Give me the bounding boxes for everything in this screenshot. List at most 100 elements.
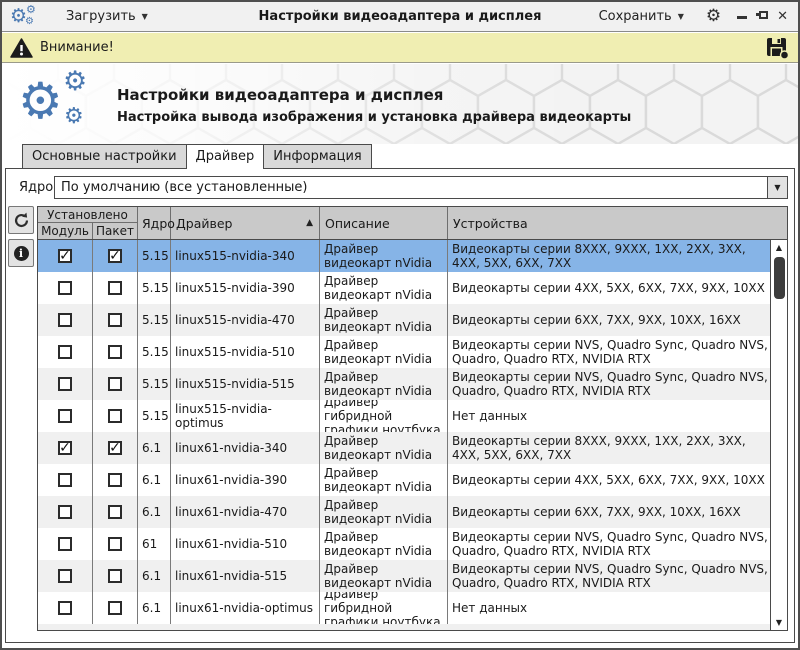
kernel-combobox[interactable]: По умолчанию (все установленные) ▼ xyxy=(54,176,788,199)
kernel-cell: 6.1 xyxy=(138,464,171,496)
table-row[interactable]: 5.15 linux515-nvidia-510 Драйвер видеокарт… xyxy=(38,336,770,368)
maximize-icon[interactable] xyxy=(756,11,769,22)
close-icon[interactable]: ✕ xyxy=(777,10,788,23)
driver-cell: linux515-nvidia-390 xyxy=(171,272,320,304)
minimize-icon[interactable] xyxy=(737,16,748,19)
banner-gears-icon: ⚙ ⚙ ⚙ xyxy=(18,68,104,140)
header-banner: ⚙ ⚙ ⚙ Настройки видеоадаптера и дисплея … xyxy=(2,64,798,144)
package-checkbox[interactable] xyxy=(108,473,122,487)
package-checkbox-cell: ✓ xyxy=(93,240,138,272)
module-checkbox-cell xyxy=(38,528,93,560)
package-checkbox-cell: ✓ xyxy=(93,432,138,464)
package-checkbox[interactable] xyxy=(108,505,122,519)
description-column-header[interactable]: Описание xyxy=(320,207,448,239)
package-checkbox[interactable] xyxy=(108,569,122,583)
kernel-cell: 5.15 xyxy=(138,304,171,336)
load-button[interactable]: Загрузить ▼ xyxy=(60,8,154,25)
scrollbar-thumb[interactable] xyxy=(773,257,785,299)
package-checkbox-cell xyxy=(93,368,138,400)
module-checkbox-cell xyxy=(38,304,93,336)
banner-title: Настройки видеоадаптера и дисплея xyxy=(117,86,444,104)
package-checkbox[interactable] xyxy=(108,313,122,327)
table-row[interactable]: 61 linux61-nvidia-510 Драйвер видеокарт nV… xyxy=(38,528,770,560)
driver-column-header[interactable]: Драйвер ▲ xyxy=(171,207,320,239)
module-checkbox[interactable] xyxy=(58,537,72,551)
package-checkbox[interactable] xyxy=(108,281,122,295)
package-checkbox[interactable] xyxy=(108,409,122,423)
module-checkbox[interactable] xyxy=(58,473,72,487)
table-row[interactable]: 6.1 linux61-nvidia-470 Драйвер видеокарт n… xyxy=(38,496,770,528)
settings-gear-icon[interactable]: ⚙ xyxy=(706,8,721,25)
module-checkbox[interactable] xyxy=(58,601,72,615)
devices-cell: Нет данных xyxy=(452,409,528,423)
installed-header-group: Установлено Модуль Пакет xyxy=(38,207,138,239)
devices-column-header[interactable]: Устройства xyxy=(448,207,787,239)
save-file-icon[interactable] xyxy=(765,36,790,60)
module-checkbox[interactable] xyxy=(58,409,72,423)
vertical-scrollbar[interactable]: ▲ ▼ xyxy=(770,240,787,630)
tab-information[interactable]: Информация xyxy=(263,144,372,169)
scroll-down-icon[interactable]: ▼ xyxy=(771,615,787,630)
empty-row xyxy=(38,624,770,630)
tab-main-settings[interactable]: Основные настройки xyxy=(22,144,187,169)
kernel-column-header[interactable]: Ядро xyxy=(138,207,175,239)
devices-cell: Видеокарты серии 4XX, 5XX, 6XX, 7XX, 9XX… xyxy=(452,473,765,487)
module-checkbox[interactable] xyxy=(58,345,72,359)
package-checkbox[interactable] xyxy=(108,601,122,615)
package-checkbox[interactable] xyxy=(108,345,122,359)
package-checkbox-cell xyxy=(93,272,138,304)
info-icon: i xyxy=(13,245,29,261)
description-cell: Драйвер видеокарт nVidia xyxy=(320,272,448,304)
driver-cell: linux61-nvidia-340 xyxy=(171,432,320,464)
devices-cell: Нет данных xyxy=(452,601,528,615)
package-checkbox[interactable]: ✓ xyxy=(108,441,122,455)
table-body-area: ✓ ✓ 5.15 linux515-nvidia-340 Драйвер видеока… xyxy=(38,240,787,630)
table-row[interactable]: 6.1 linux61-nvidia-515 Драйвер видеокарт n… xyxy=(38,560,770,592)
devices-cell: Видеокарты серии 6XX, 7XX, 9XX, 10XX, 16… xyxy=(452,505,741,519)
kernel-cell: 5.15 xyxy=(138,368,171,400)
save-button[interactable]: Сохранить ▼ xyxy=(593,8,690,25)
package-checkbox[interactable]: ✓ xyxy=(108,249,122,263)
description-cell: Драйвер гибридной графики ноутбука xyxy=(320,400,448,432)
driver-table: Установлено Модуль Пакет Ядро Драйвер ▲ … xyxy=(37,206,788,631)
module-checkbox[interactable] xyxy=(58,377,72,391)
table-row[interactable]: 5.15 linux515-nvidia-470 Драйвер видеокарт… xyxy=(38,304,770,336)
description-cell: Драйвер видеокарт nVidia xyxy=(320,432,448,464)
package-checkbox[interactable] xyxy=(108,377,122,391)
scroll-up-icon[interactable]: ▲ xyxy=(771,240,787,255)
devices-cell: Видеокарты серии NVS, Quadro Sync, Quadr… xyxy=(452,338,768,366)
banner-fade xyxy=(2,64,798,144)
module-checkbox[interactable] xyxy=(58,505,72,519)
package-checkbox[interactable] xyxy=(108,537,122,551)
table-row[interactable]: 6.1 linux61-nvidia-optimus Драйвер гибридн… xyxy=(38,592,770,624)
window-title: Настройки видеоадаптера и дисплея xyxy=(258,9,542,24)
module-checkbox-cell: ✓ xyxy=(38,240,93,272)
module-checkbox-cell xyxy=(38,400,93,432)
driver-cell: linux61-nvidia-optimus xyxy=(171,592,320,624)
module-column-header[interactable]: Модуль xyxy=(38,223,93,239)
refresh-button[interactable] xyxy=(8,206,34,234)
module-checkbox[interactable] xyxy=(58,313,72,327)
table-row[interactable]: 5.15 linux515-nvidia-515 Драйвер видеокарт… xyxy=(38,368,770,400)
installed-column-header[interactable]: Установлено xyxy=(38,207,137,223)
package-checkbox-cell xyxy=(93,336,138,368)
table-row[interactable]: 5.15 linux515-nvidia-optimus Драйвер гибри… xyxy=(38,400,770,432)
info-button[interactable]: i xyxy=(8,239,34,267)
driver-cell: linux61-nvidia-515 xyxy=(171,560,320,592)
table-row[interactable]: 5.15 linux515-nvidia-390 Драйвер видеокарт… xyxy=(38,272,770,304)
table-row[interactable]: ✓ ✓ 5.15 linux515-nvidia-340 Драйвер видеока… xyxy=(38,240,770,272)
table-row[interactable]: ✓ ✓ 6.1 linux61-nvidia-340 Драйвер видеокарт… xyxy=(38,432,770,464)
table-row[interactable]: 6.1 linux61-nvidia-390 Драйвер видеокарт n… xyxy=(38,464,770,496)
tab-driver[interactable]: Драйвер xyxy=(185,144,265,169)
module-checkbox-cell xyxy=(38,560,93,592)
module-checkbox[interactable]: ✓ xyxy=(58,249,72,263)
devices-cell: Видеокарты серии NVS, Quadro Sync, Quadr… xyxy=(452,562,768,590)
warning-triangle-icon xyxy=(10,37,33,58)
module-checkbox[interactable] xyxy=(58,281,72,295)
module-checkbox[interactable]: ✓ xyxy=(58,441,72,455)
module-checkbox[interactable] xyxy=(58,569,72,583)
description-cell: Драйвер видеокарт nVidia xyxy=(320,336,448,368)
kernel-cell: 5.15 xyxy=(138,240,171,272)
combobox-arrow-button[interactable]: ▼ xyxy=(767,177,787,198)
package-column-header[interactable]: Пакет xyxy=(93,223,137,239)
